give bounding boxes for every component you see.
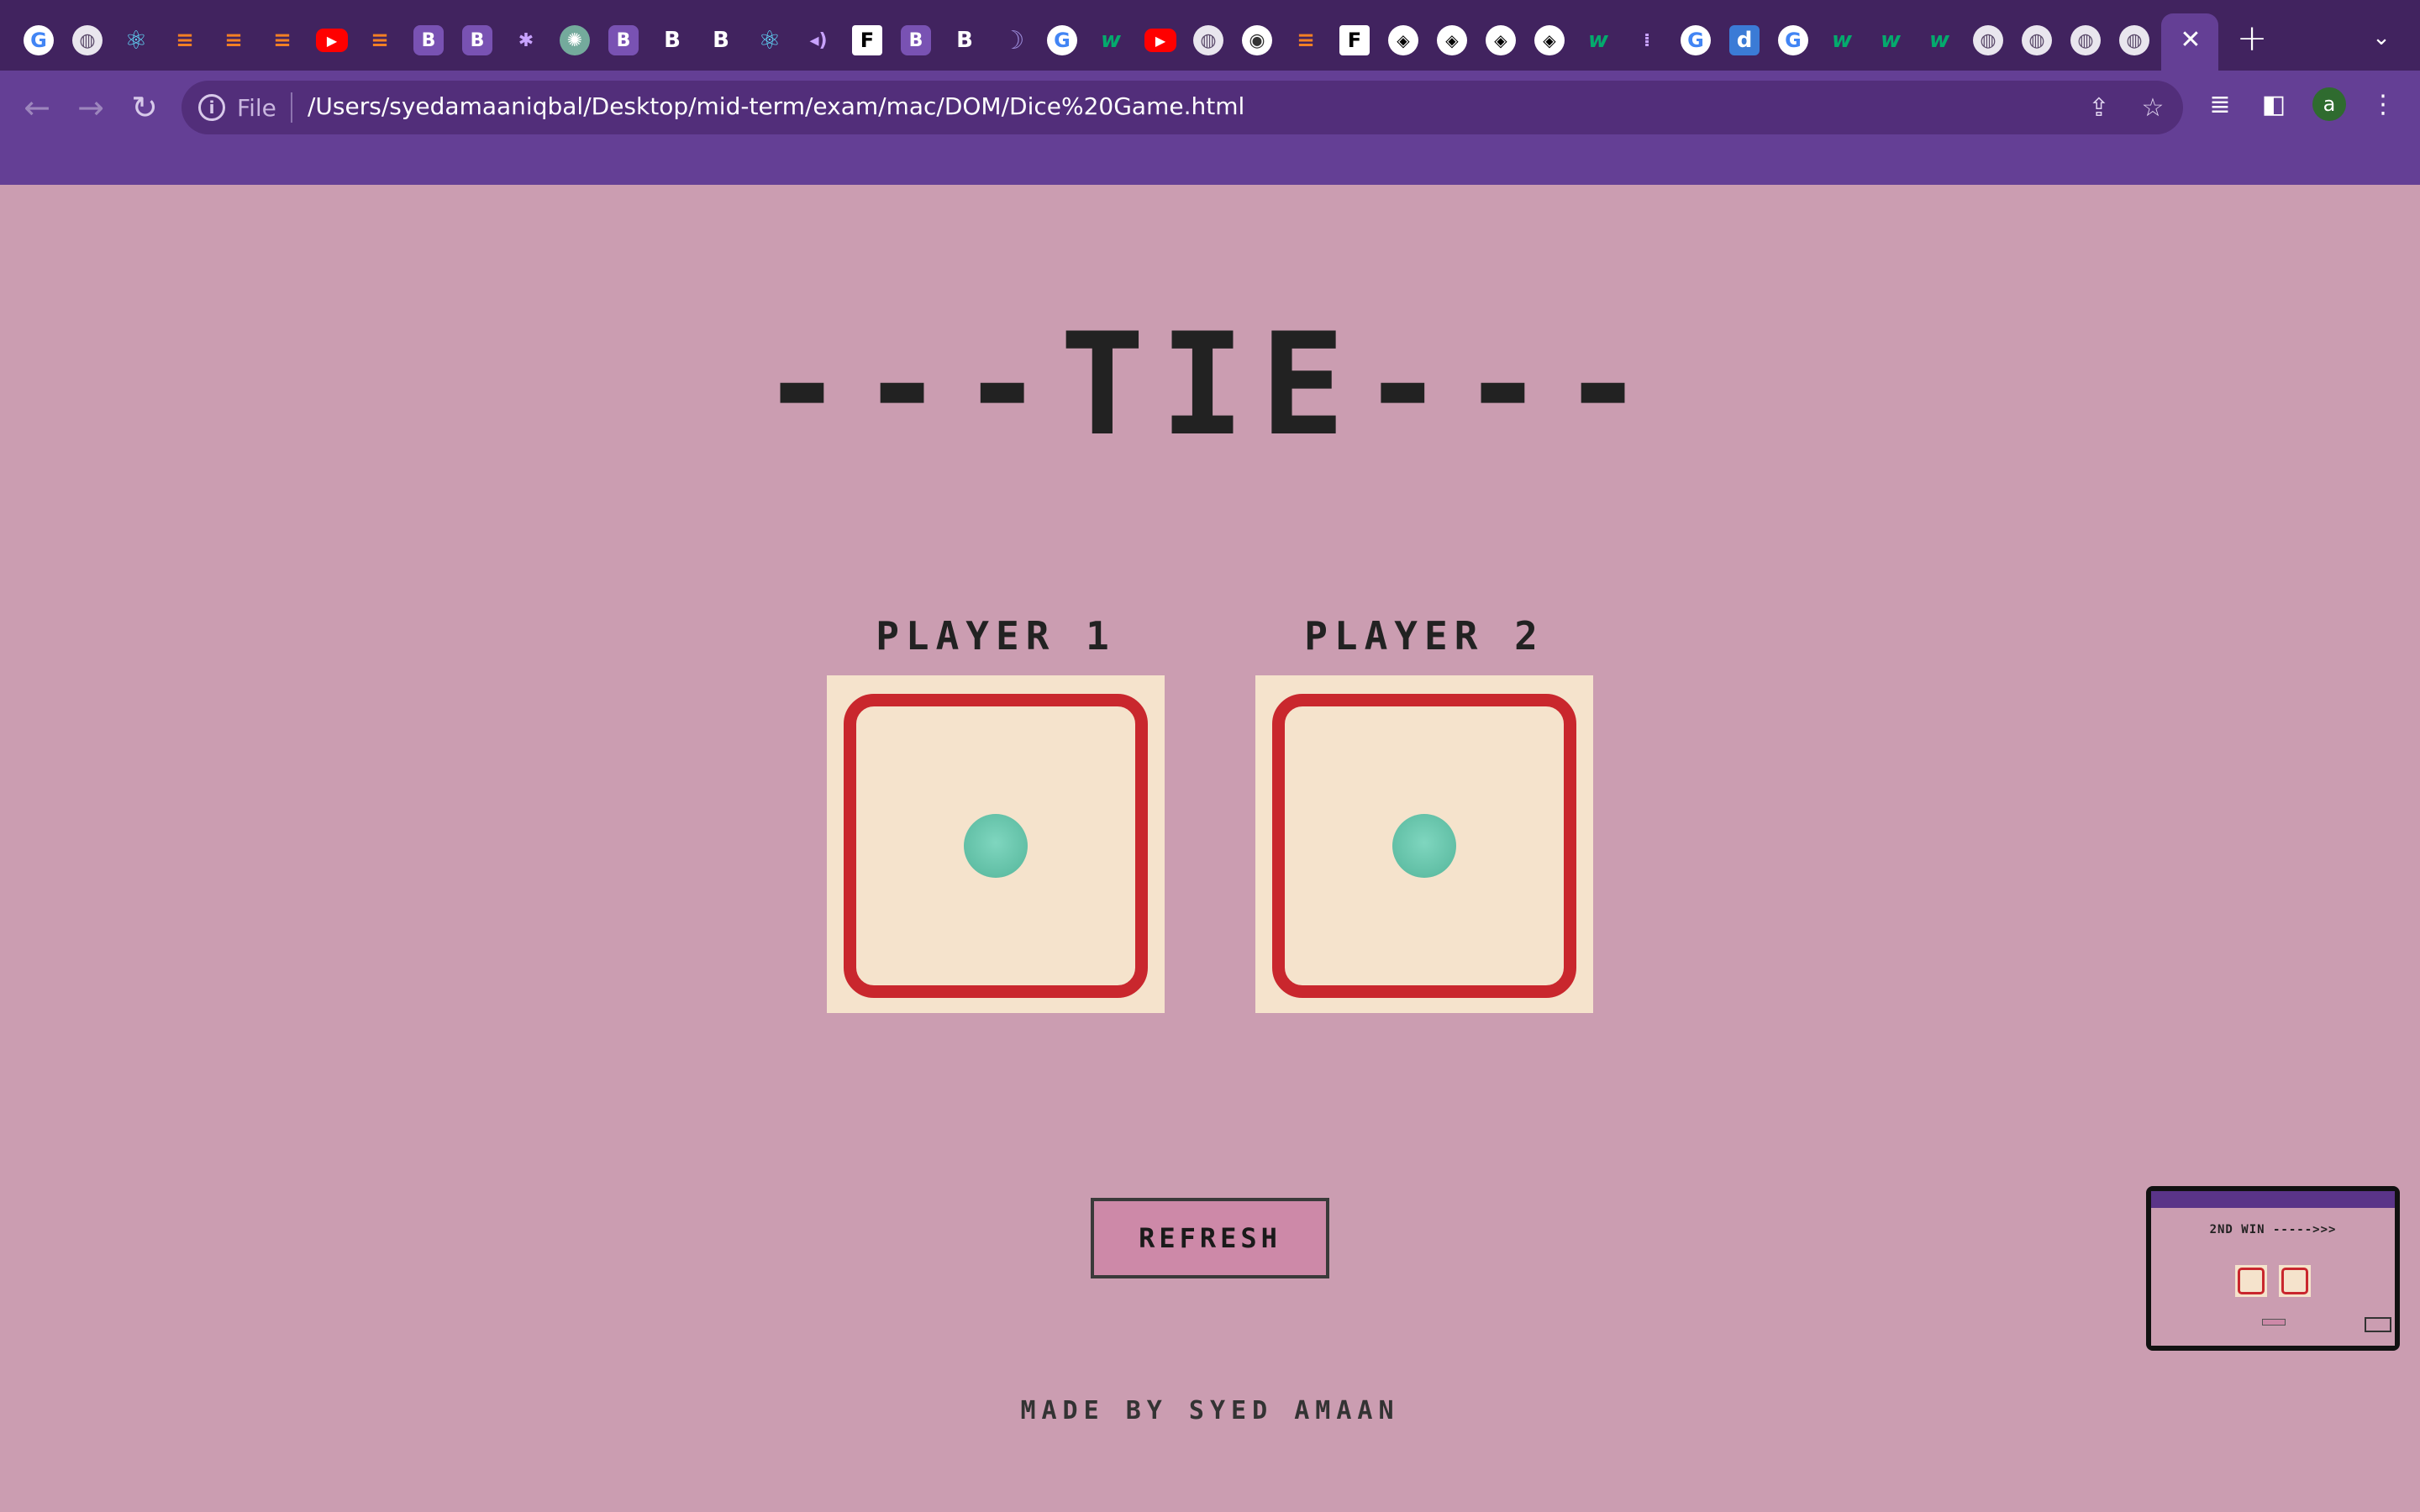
youtube-icon[interactable]: ▶ <box>1144 29 1176 52</box>
globe-icon[interactable]: ◍ <box>2022 25 2052 55</box>
bookmark-star-icon[interactable]: ☆ <box>2138 92 2168 123</box>
misc-icon[interactable]: ⁞ <box>1632 25 1662 55</box>
player-2-label: PLAYER 2 <box>1304 613 1544 659</box>
stackoverflow-icon[interactable]: ≡ <box>365 25 395 55</box>
bootstrap-dark-icon[interactable]: B <box>950 25 980 55</box>
tab-search-chevron-icon[interactable]: ⌄ <box>2366 25 2396 55</box>
thumbnail-mini-preview <box>2365 1317 2391 1332</box>
globe-icon[interactable]: ◍ <box>2119 25 2149 55</box>
google-icon[interactable]: G <box>24 25 54 55</box>
new-tab-button[interactable]: + <box>2235 20 2269 57</box>
player-1-die <box>827 675 1165 1013</box>
forward-arrow-icon[interactable]: → <box>66 82 116 133</box>
player-1-label: PLAYER 1 <box>876 613 1116 659</box>
stackoverflow-icon[interactable]: ≡ <box>218 25 249 55</box>
moon-icon[interactable]: ☽ <box>998 25 1028 55</box>
player-1-panel: PLAYER 1 <box>827 613 1165 1013</box>
close-tab-icon[interactable]: ✕ <box>2176 25 2205 55</box>
globe-icon[interactable]: ◍ <box>2070 25 2101 55</box>
w3schools-icon[interactable]: w <box>1583 25 1613 55</box>
dev-icon[interactable]: d <box>1729 25 1760 55</box>
codepen-icon[interactable]: ◈ <box>1534 25 1565 55</box>
behance-icon[interactable]: B <box>413 25 444 55</box>
thumbnail-title: 2ND WIN ----->>> <box>2209 1223 2337 1236</box>
player-2-die <box>1255 675 1593 1013</box>
globe-icon[interactable]: ◍ <box>1193 25 1223 55</box>
address-bar[interactable]: i File /Users/syedamaaniqbal/Desktop/mid… <box>182 81 2183 134</box>
chatgpt-icon[interactable]: ✺ <box>560 25 590 55</box>
bootstrap-dark-icon[interactable]: B <box>657 25 687 55</box>
chrome-icon[interactable]: ◉ <box>1242 25 1272 55</box>
site-info-icon[interactable]: i <box>198 94 225 121</box>
youtube-icon[interactable]: ▶ <box>316 29 348 52</box>
frontendmentor-icon[interactable]: F <box>1339 25 1370 55</box>
die-pip <box>1392 814 1456 878</box>
thumbnail-preview: 2ND WIN ----->>> <box>2151 1191 2395 1346</box>
bootstrap-dark-icon[interactable]: B <box>706 25 736 55</box>
browser-toolbar: ← → ↻ i File /Users/syedamaaniqbal/Deskt… <box>0 71 2420 185</box>
player-2-panel: PLAYER 2 <box>1255 613 1593 1013</box>
die-pip <box>964 814 1028 878</box>
globe-icon[interactable]: ◍ <box>1973 25 2003 55</box>
google-icon[interactable]: G <box>1047 25 1077 55</box>
back-arrow-icon[interactable]: ← <box>12 82 62 133</box>
codepen-icon[interactable]: ◈ <box>1486 25 1516 55</box>
media-control-icon[interactable]: ≣ <box>2202 86 2238 123</box>
misc-icon[interactable]: ✱ <box>511 25 541 55</box>
profile-avatar[interactable]: a <box>2312 87 2346 121</box>
thumbnail-refresh-button <box>2262 1319 2286 1326</box>
w3schools-icon[interactable]: w <box>1096 25 1126 55</box>
thumbnail-die-1 <box>2235 1265 2267 1297</box>
refresh-button[interactable]: REFRESH <box>1091 1198 1329 1278</box>
page-content: ---TIE--- PLAYER 1 PLAYER 2 REFRESH MADE… <box>0 185 2420 1512</box>
bootstrap-icon[interactable]: B <box>901 25 931 55</box>
tab-strip: G ◍ ⚛ ≡ ≡ ≡ ▶ ≡ B B ✱ ✺ B B B ⚛ ◂) F B B ☽ Gw ▶ ◍ ◉ ≡ F ◈ ◈ ◈ ◈ w ⁞ Gd Gw w… <box>0 0 2420 71</box>
side-panel-icon[interactable]: ◧ <box>2255 86 2292 123</box>
share-icon[interactable]: ⇪ <box>2084 92 2114 123</box>
die-face <box>1272 694 1576 998</box>
react-icon[interactable]: ⚛ <box>121 25 151 55</box>
audio-icon[interactable]: ◂) <box>803 25 834 55</box>
credit-text: MADE BY SYED AMAAN <box>1020 1396 1400 1425</box>
react-icon[interactable]: ⚛ <box>755 25 785 55</box>
codepen-icon[interactable]: ◈ <box>1388 25 1418 55</box>
result-headline: ---TIE--- <box>759 302 1661 467</box>
thumbnail-toolbar <box>2151 1191 2395 1208</box>
menu-kebab-icon[interactable]: ⋮ <box>2365 86 2402 123</box>
w3schools-icon[interactable]: w <box>1876 25 1906 55</box>
url-text[interactable]: /Users/syedamaaniqbal/Desktop/mid-term/e… <box>308 92 1244 120</box>
behance-icon[interactable]: B <box>462 25 492 55</box>
codepen-icon[interactable]: ◈ <box>1437 25 1467 55</box>
bootstrap-icon[interactable]: B <box>608 25 639 55</box>
w3schools-icon[interactable]: w <box>1827 25 1857 55</box>
stackoverflow-icon[interactable]: ≡ <box>267 25 297 55</box>
google-icon[interactable]: G <box>1681 25 1711 55</box>
address-scheme: File <box>237 94 276 122</box>
frontendmentor-icon[interactable]: F <box>852 25 882 55</box>
stackoverflow-icon[interactable]: ≡ <box>170 25 200 55</box>
die-face <box>844 694 1148 998</box>
address-separator <box>291 92 292 123</box>
w3schools-icon[interactable]: w <box>1924 25 1954 55</box>
stackoverflow-icon[interactable]: ≡ <box>1291 25 1321 55</box>
thumbnail-die-2 <box>2279 1265 2311 1297</box>
google-icon[interactable]: G <box>1778 25 1808 55</box>
screenshot-thumbnail[interactable]: 2ND WIN ----->>> <box>2146 1186 2400 1351</box>
reload-icon[interactable]: ↻ <box>119 82 170 133</box>
globe-icon[interactable]: ◍ <box>72 25 103 55</box>
